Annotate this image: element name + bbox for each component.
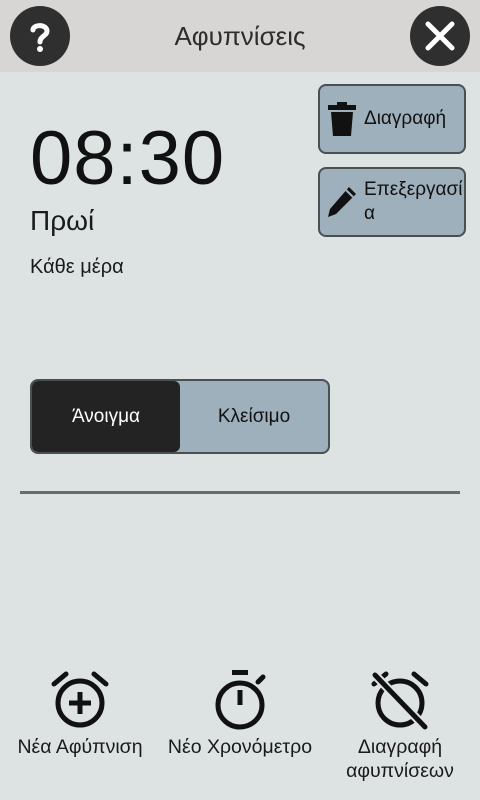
alarm-toggle[interactable]: Άνοιγμα Κλείσιμο bbox=[30, 379, 330, 454]
help-button[interactable] bbox=[10, 6, 70, 66]
alarm-off-icon bbox=[330, 665, 470, 735]
close-icon bbox=[425, 21, 455, 51]
alarm-add-icon bbox=[10, 665, 150, 735]
alarm-repeat: Κάθε μέρα bbox=[30, 256, 124, 278]
delete-label: Διαγραφή bbox=[364, 108, 447, 129]
toggle-off-option[interactable]: Κλείσιμο bbox=[180, 381, 328, 452]
page-title: Αφυπνίσεις bbox=[174, 20, 306, 51]
edit-button[interactable]: Επεξεργασία bbox=[318, 167, 466, 237]
delete-button[interactable]: Διαγραφή bbox=[318, 84, 466, 154]
new-timer-button[interactable]: Νέο Χρονόμετρο bbox=[165, 665, 315, 759]
delete-alarms-label: Διαγραφή αφυπνίσεων bbox=[346, 736, 454, 782]
alarm-period: Πρωί bbox=[30, 205, 95, 236]
stopwatch-icon bbox=[165, 665, 315, 735]
alarm-time: 08:30 bbox=[30, 116, 226, 201]
toggle-on-option[interactable]: Άνοιγμα bbox=[32, 381, 180, 452]
close-button[interactable] bbox=[410, 6, 470, 66]
divider bbox=[20, 491, 460, 494]
trash-icon bbox=[320, 101, 364, 137]
new-alarm-button[interactable]: Νέα Αφύπνιση bbox=[10, 665, 150, 759]
edit-label: Επεξεργασία bbox=[364, 179, 463, 224]
help-icon bbox=[30, 23, 50, 52]
new-timer-label: Νέο Χρονόμετρο bbox=[167, 736, 313, 758]
pencil-icon bbox=[320, 184, 364, 220]
title-bar: Αφυπνίσεις bbox=[0, 0, 480, 72]
delete-alarms-button[interactable]: Διαγραφή αφυπνίσεων bbox=[330, 665, 470, 783]
new-alarm-label: Νέα Αφύπνιση bbox=[17, 736, 143, 758]
